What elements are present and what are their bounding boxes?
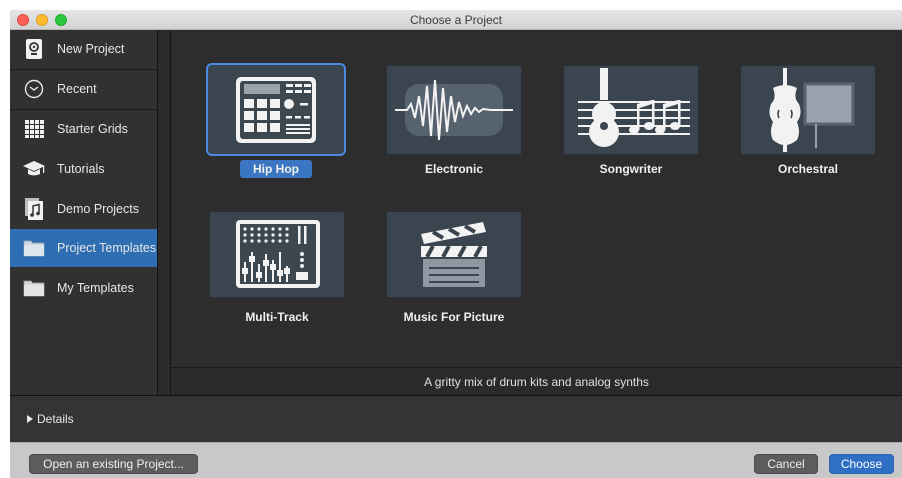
sidebar-item-label: Starter Grids	[57, 122, 128, 136]
template-thumbnail	[209, 211, 345, 298]
folder-icon	[23, 240, 45, 257]
details-label: Details	[37, 412, 74, 426]
sidebar-item-new-project[interactable]: New Project	[10, 30, 157, 68]
template-thumbnail	[386, 65, 522, 155]
template-thumbnail	[563, 65, 699, 155]
violin-icon	[769, 68, 855, 152]
sidebar-item-demo-projects[interactable]: Demo Projects	[10, 190, 157, 228]
template-label: Electronic	[424, 162, 484, 176]
window-title: Choose a Project	[409, 13, 503, 27]
template-label: Orchestral	[777, 162, 839, 176]
sidebar-item-label: Project Templates	[57, 241, 157, 255]
template-thumbnail	[386, 211, 522, 298]
choose-button[interactable]: Choose	[829, 454, 894, 474]
choose-project-window: Choose a Project New Project Recent Star…	[10, 10, 902, 478]
title-bar: Choose a Project	[10, 10, 902, 30]
sidebar-item-project-templates[interactable]: Project Templates	[10, 229, 157, 267]
template-grid: Hip Hop Electronic Songwriter Orchestral…	[171, 30, 902, 367]
sidebar: New Project Recent Starter Grids Tutoria…	[10, 30, 157, 395]
sidebar-item-starter-grids[interactable]: Starter Grids	[10, 110, 157, 148]
template-hip-hop[interactable]: Hip Hop	[206, 63, 346, 183]
template-thumbnail	[740, 65, 876, 155]
mixer-icon	[236, 220, 320, 288]
waveform-icon	[395, 79, 513, 141]
details-disclosure[interactable]: Details	[27, 396, 74, 443]
folder-icon	[23, 280, 45, 297]
sidebar-item-my-templates[interactable]: My Templates	[10, 269, 157, 307]
graduation-cap-icon	[23, 161, 45, 176]
sidebar-item-label: New Project	[57, 42, 125, 56]
sidebar-item-label: My Templates	[57, 281, 134, 295]
template-description: A gritty mix of drum kits and analog syn…	[171, 367, 902, 395]
guitar-notes-icon	[578, 68, 690, 147]
open-existing-project-button[interactable]: Open an existing Project...	[29, 454, 198, 474]
clapperboard-icon	[421, 222, 487, 287]
template-label: Hip Hop	[206, 160, 346, 178]
template-music-for-picture[interactable]: Music For Picture	[386, 211, 522, 331]
sidebar-item-recent[interactable]: Recent	[10, 70, 157, 108]
cancel-button[interactable]: Cancel	[754, 454, 818, 474]
sidebar-item-label: Demo Projects	[57, 202, 139, 216]
footer-bar: Open an existing Project... Cancel Choos…	[10, 442, 902, 478]
disclosure-triangle-icon	[27, 415, 33, 423]
music-note-icon	[25, 198, 43, 220]
template-thumbnail	[206, 63, 346, 156]
new-project-icon	[26, 39, 42, 59]
sidebar-item-tutorials[interactable]: Tutorials	[10, 150, 157, 188]
template-label: Multi-Track	[245, 310, 309, 324]
clock-icon	[24, 79, 44, 99]
template-multi-track[interactable]: Multi-Track	[209, 211, 345, 331]
template-electronic[interactable]: Electronic	[386, 65, 522, 185]
grid-icon	[25, 120, 44, 138]
template-label-text: Hip Hop	[240, 160, 312, 178]
drum-machine-icon	[236, 77, 316, 143]
details-bar: Details	[10, 395, 902, 442]
template-orchestral[interactable]: Orchestral	[740, 65, 876, 185]
sidebar-scrollbar[interactable]	[157, 30, 171, 395]
sidebar-item-label: Recent	[57, 82, 97, 96]
template-label: Songwriter	[599, 162, 663, 176]
template-label: Music For Picture	[403, 310, 505, 324]
template-songwriter[interactable]: Songwriter	[563, 65, 699, 185]
sidebar-item-label: Tutorials	[57, 162, 105, 176]
